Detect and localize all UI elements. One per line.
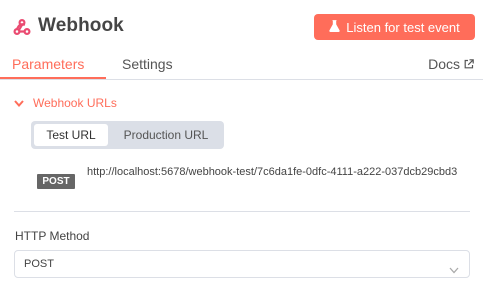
http-method-value: POST bbox=[24, 258, 54, 270]
chevron-down-icon bbox=[449, 261, 459, 274]
listen-for-test-event-button[interactable]: Listen for test event bbox=[314, 14, 475, 40]
http-method-label: HTTP Method bbox=[15, 229, 90, 243]
webhook-icon bbox=[13, 18, 31, 36]
webhook-urls-toggle[interactable]: Webhook URLs bbox=[14, 94, 117, 112]
webhook-urls-title: Webhook URLs bbox=[33, 96, 117, 110]
docs-link[interactable]: Docs bbox=[428, 56, 474, 72]
docs-label: Docs bbox=[428, 56, 460, 72]
production-url-option[interactable]: Production URL bbox=[111, 124, 221, 146]
tab-settings[interactable]: Settings bbox=[122, 56, 173, 72]
external-link-icon bbox=[464, 56, 474, 72]
listen-button-label: Listen for test event bbox=[346, 19, 460, 35]
http-method-badge: POST bbox=[37, 174, 75, 189]
tab-bar: Parameters Settings Docs bbox=[0, 50, 483, 80]
flask-icon bbox=[329, 19, 340, 35]
active-tab-indicator bbox=[0, 77, 106, 79]
url-type-toggle: Test URL Production URL bbox=[31, 121, 224, 149]
divider bbox=[14, 211, 470, 212]
test-url-option[interactable]: Test URL bbox=[34, 124, 108, 146]
node-header: Webhook Listen for test event bbox=[0, 0, 483, 50]
chevron-down-icon bbox=[14, 94, 24, 112]
node-title: Webhook bbox=[38, 15, 124, 36]
tab-parameters[interactable]: Parameters bbox=[12, 56, 84, 72]
webhook-url[interactable]: http://localhost:5678/webhook-test/7c6da… bbox=[87, 164, 467, 181]
http-method-select[interactable]: POST bbox=[14, 250, 470, 278]
